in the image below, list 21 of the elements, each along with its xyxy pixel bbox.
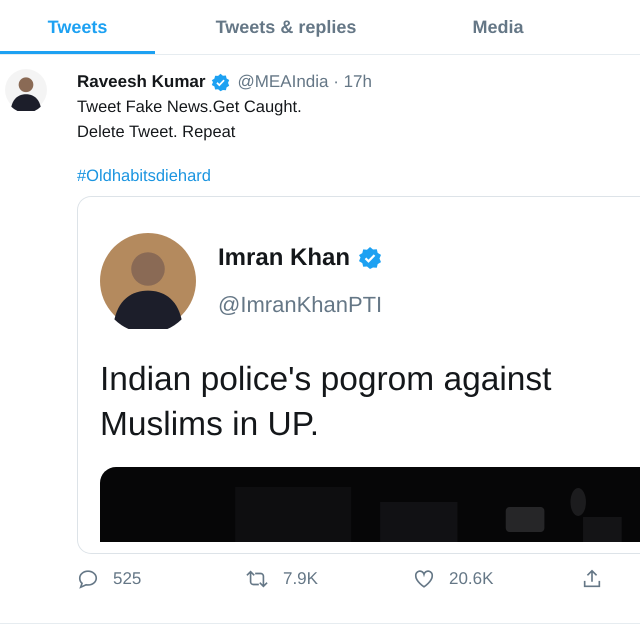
tweet-text: Tweet Fake News.Get Caught. [77, 97, 303, 118]
tab[interactable]: Media [417, 0, 579, 54]
quoted-author-name: Imran Khan [218, 244, 350, 272]
author-handle-time: @MEAIndia · 17h [238, 72, 372, 92]
hashtag-link[interactable]: #Oldhabitsdiehard [77, 167, 211, 186]
reply-icon[interactable] [77, 568, 99, 590]
quoted-author-handle: @ImranKhanPTI [218, 292, 382, 318]
action-count: 7.9K [283, 569, 318, 589]
avatar[interactable] [100, 233, 196, 329]
quoted-tweet-text: Indian police's pogrom against Muslims in UP. [100, 360, 552, 445]
retweet-icon[interactable] [245, 568, 269, 590]
share-icon[interactable] [581, 568, 603, 590]
tweet-text: Delete Tweet. Repeat [77, 122, 236, 143]
avatar[interactable] [5, 69, 47, 111]
tab[interactable]: Tweets [0, 0, 155, 54]
action-count: 20.6K [449, 569, 494, 589]
tab[interactable]: Tweets & replies [155, 0, 417, 54]
quoted-screenshot[interactable]: Imran Khan @ImranKhanPTI Indian police's pogrom against Muslims in UP. [77, 196, 640, 554]
author-name[interactable]: Raveesh Kumar [77, 72, 206, 92]
heart-icon[interactable] [413, 568, 435, 590]
action-count: 525 [113, 569, 142, 589]
